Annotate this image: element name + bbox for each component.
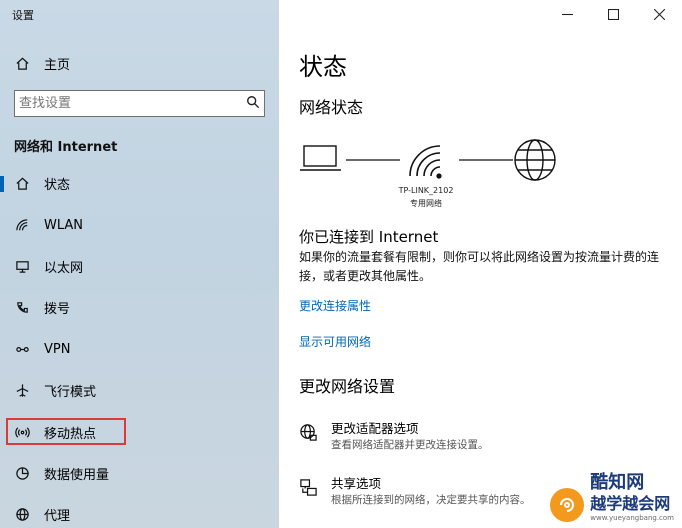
data-usage-icon xyxy=(14,465,30,481)
laptop-icon xyxy=(300,145,341,171)
wifi-icon xyxy=(14,217,30,233)
network-status-title: 网络状态 xyxy=(299,98,364,117)
option-description: 查看网络适配器并更改连接设置。 xyxy=(331,439,489,451)
close-icon xyxy=(653,8,665,20)
hotspot-icon xyxy=(14,424,30,440)
dialup-icon xyxy=(14,300,30,316)
maximize-button[interactable] xyxy=(590,0,636,28)
sidebar-item-dialup[interactable]: 拨号 xyxy=(0,287,279,328)
option-title: 共享选项 xyxy=(331,476,382,491)
sidebar-item-airplane[interactable]: 飞行模式 xyxy=(0,370,279,411)
search-box[interactable] xyxy=(14,90,265,117)
search-icon[interactable] xyxy=(246,94,260,113)
adapter-globe-icon xyxy=(299,421,323,453)
sidebar-item-vpn[interactable]: VPN xyxy=(0,329,279,370)
connected-title: 你已连接到 Internet xyxy=(299,228,439,246)
sidebar-item-ethernet[interactable]: 以太网 xyxy=(0,246,279,287)
app-title: 设置 xyxy=(12,9,34,22)
window-controls xyxy=(544,0,682,28)
sidebar-item-label: 状态 xyxy=(44,178,71,194)
sidebar-item-label: 数据使用量 xyxy=(44,467,110,483)
network-ssid: TP-LINK_2102 xyxy=(398,186,454,195)
sidebar-item-label: 移动热点 xyxy=(44,426,97,442)
minimize-button[interactable] xyxy=(544,0,590,28)
minimize-icon xyxy=(561,13,573,15)
sidebar-home-label: 主页 xyxy=(44,57,71,73)
vpn-icon xyxy=(14,341,30,357)
change-settings-title: 更改网络设置 xyxy=(299,377,396,396)
ethernet-icon xyxy=(14,258,30,274)
home-status-icon xyxy=(14,176,30,192)
sidebar-item-data-usage[interactable]: 数据使用量 xyxy=(0,453,279,494)
sharing-options-item[interactable]: 共享选项 根据所连接到的网络，决定要共享的内容。 xyxy=(299,476,669,508)
sidebar-item-wlan[interactable]: WLAN xyxy=(0,204,279,245)
option-title: 更改适配器选项 xyxy=(331,421,419,436)
sidebar-item-status[interactable]: 状态 xyxy=(0,163,279,204)
show-networks-link[interactable]: 显示可用网络 xyxy=(299,333,371,350)
search-input[interactable] xyxy=(19,96,246,111)
watermark-url: www.yueyangbang.com xyxy=(590,514,674,522)
sidebar: 设置 主页 网络和 Internet 状态 WLAN xyxy=(0,0,279,528)
option-description: 根据所连接到的网络，决定要共享的内容。 xyxy=(331,494,531,506)
sidebar-nav: 状态 WLAN 以太网 拨号 VPN 飞行模式 移动热点 数据使用量 代理 xyxy=(0,163,279,528)
sidebar-item-proxy[interactable]: 代理 xyxy=(0,494,279,528)
internet-globe-icon xyxy=(514,139,556,181)
sidebar-item-label: 拨号 xyxy=(44,302,71,318)
section-title: 网络和 Internet xyxy=(14,140,118,155)
sidebar-item-label: WLAN xyxy=(44,217,84,233)
maximize-icon xyxy=(607,8,619,20)
airplane-icon xyxy=(14,383,30,399)
sidebar-home[interactable]: 主页 xyxy=(14,52,70,74)
page-title: 状态 xyxy=(299,53,347,81)
connected-description: 如果你的流量套餐有限制，则你可以将此网络设置为按流量计费的连接，或者更改其他属性… xyxy=(299,250,660,283)
network-type: 专用网络 xyxy=(410,199,442,208)
globe-icon xyxy=(14,507,30,523)
sidebar-item-label: 代理 xyxy=(44,509,71,525)
sidebar-item-label: 飞行模式 xyxy=(44,385,97,401)
sidebar-item-hotspot[interactable]: 移动热点 xyxy=(0,411,279,452)
adapter-options-item[interactable]: 更改适配器选项 查看网络适配器并更改连接设置。 xyxy=(299,421,669,453)
change-properties-link[interactable]: 更改连接属性 xyxy=(299,297,371,314)
main-content: 状态 网络状态 TP-LINK_2102 专用网络 你已连接到 Internet… xyxy=(279,0,682,528)
sidebar-item-label: 以太网 xyxy=(44,260,84,276)
home-icon xyxy=(14,55,30,71)
sharing-icon xyxy=(299,476,323,508)
wifi-signal-icon xyxy=(409,145,442,179)
sidebar-item-label: VPN xyxy=(44,341,71,357)
close-button[interactable] xyxy=(636,0,682,28)
network-info: TP-LINK_2102 专用网络 xyxy=(381,184,471,210)
